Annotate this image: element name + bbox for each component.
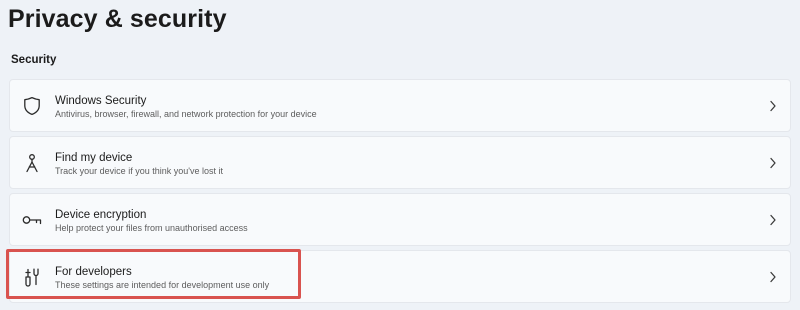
page-title: Privacy & security — [8, 5, 227, 33]
windows-security-subtitle: Antivirus, browser, firewall, and networ… — [55, 109, 317, 119]
chevron-right-icon — [770, 157, 776, 169]
shield-icon — [22, 96, 42, 116]
chevron-right-icon — [770, 214, 776, 226]
section-label-security: Security — [11, 54, 57, 66]
device-encryption-card[interactable]: Device encryption Help protect your file… — [9, 193, 791, 246]
windows-security-card[interactable]: Windows Security Antivirus, browser, fir… — [9, 79, 791, 132]
find-my-device-card[interactable]: Find my device Track your device if you … — [9, 136, 791, 189]
for-developers-card[interactable]: For developers These settings are intend… — [9, 250, 791, 303]
chevron-right-icon — [770, 100, 776, 112]
for-developers-subtitle: These settings are intended for developm… — [55, 280, 270, 290]
device-encryption-subtitle: Help protect your files from unauthorise… — [55, 223, 248, 233]
find-my-device-subtitle: Track your device if you think you've lo… — [55, 166, 223, 176]
settings-list: Windows Security Antivirus, browser, fir… — [9, 79, 791, 307]
chevron-right-icon — [770, 271, 776, 283]
find-my-device-title: Find my device — [55, 152, 133, 164]
encryption-key-icon — [22, 210, 42, 230]
developer-tools-icon — [22, 267, 42, 287]
device-encryption-title: Device encryption — [55, 209, 147, 221]
for-developers-title: For developers — [55, 266, 132, 278]
windows-security-title: Windows Security — [55, 95, 147, 107]
find-device-icon — [22, 153, 42, 173]
